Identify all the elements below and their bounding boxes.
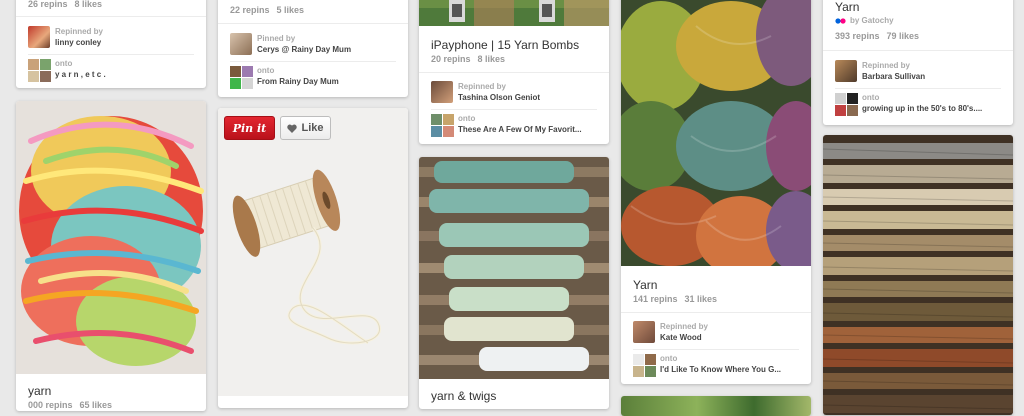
pinner-name[interactable]: Kate Wood [660, 333, 702, 342]
repinned-by-label: Repinned by [458, 82, 507, 91]
board-name[interactable]: I'd Like To Know Where You G... [660, 365, 781, 374]
pin-title[interactable]: Yarn [835, 0, 859, 14]
repinned-by-label: Repinned by [862, 61, 911, 70]
flickr-dots-icon [835, 17, 846, 24]
pin-image[interactable] [621, 0, 811, 276]
pin-image[interactable] [218, 108, 408, 396]
onto-label: onto [55, 59, 73, 68]
pin-image[interactable] [419, 0, 609, 26]
pinned-by-label: Pinned by [257, 34, 296, 43]
via-source[interactable]: by Gatochy [850, 16, 894, 25]
pin-card-spool[interactable]: Pin it Like [218, 108, 408, 408]
pin-stats: 20 repins 8 likes [431, 54, 506, 64]
repinned-by-label: Repinned by [660, 322, 709, 331]
pin-it-button[interactable]: Pin it [224, 116, 275, 140]
avatar[interactable] [835, 60, 857, 82]
repinned-by-label: Repinned by [55, 27, 104, 36]
pinner-name[interactable]: Barbara Sullivan [862, 72, 925, 81]
board-name[interactable]: y a r n , e t c . [55, 70, 106, 79]
pin-stats: 393 repins 79 likes [835, 31, 920, 41]
pinner-name[interactable]: Tashina Olson Geniot [458, 93, 540, 102]
avatar[interactable] [431, 81, 453, 103]
pin-card-linny[interactable]: 26 repins 8 likes Repinned by linny conle… [16, 0, 206, 88]
board-name[interactable]: From Rainy Day Mum [257, 77, 339, 86]
pin-image[interactable] [621, 396, 811, 416]
board-name[interactable]: These Are A Few Of My Favorit... [458, 125, 582, 134]
pin-card-spools[interactable] [823, 135, 1013, 415]
pinner-name[interactable]: linny conley [55, 38, 101, 47]
pin-image[interactable] [16, 101, 206, 374]
like-button[interactable]: Like [280, 116, 331, 140]
pin-stats: 000 repins 65 likes [28, 400, 113, 410]
pin-card-cerys[interactable]: 22 repins 5 likes Pinned by Cerys @ Rainy… [218, 0, 408, 97]
avatar[interactable] [28, 26, 50, 48]
board-thumbnail[interactable] [431, 114, 454, 137]
board-thumbnail[interactable] [835, 93, 858, 116]
pin-card-yarn[interactable]: yarn 000 repins 65 likes [16, 101, 206, 411]
onto-label: onto [660, 354, 678, 363]
pin-card-gatochy[interactable]: Yarn by Gatochy 393 repins 79 likes Repin… [823, 0, 1013, 125]
onto-label: onto [257, 66, 275, 75]
pin-card-yarn-twigs[interactable]: yarn & twigs [419, 157, 609, 409]
pin-title[interactable]: yarn & twigs [431, 389, 496, 403]
heart-icon [287, 124, 298, 133]
avatar[interactable] [230, 33, 252, 55]
pin-image[interactable] [419, 157, 609, 379]
pin-title[interactable]: iPayphone | 15 Yarn Bombs [431, 38, 579, 52]
pin-card-yarn-skeins[interactable]: Yarn 141 repins 31 likes Repinned by Kate… [621, 0, 811, 384]
pinner-name[interactable]: Cerys @ Rainy Day Mum [257, 45, 351, 54]
pin-stats: 26 repins 8 likes [28, 0, 103, 9]
board-thumbnail[interactable] [230, 66, 253, 89]
avatar[interactable] [633, 321, 655, 343]
pin-stats: 141 repins 31 likes [633, 294, 718, 304]
pin-title[interactable]: yarn [28, 384, 51, 398]
pin-stats: 22 repins 5 likes [230, 5, 305, 15]
board-name[interactable]: growing up in the 50's to 80's.... [862, 104, 982, 113]
pin-card-partial[interactable] [621, 396, 811, 416]
like-label: Like [301, 122, 324, 134]
board-thumbnail[interactable] [633, 354, 656, 377]
pin-card-ipayphone[interactable]: iPayphone | 15 Yarn Bombs 20 repins 8 lik… [419, 0, 609, 144]
board-thumbnail[interactable] [28, 59, 51, 82]
onto-label: onto [458, 114, 476, 123]
onto-label: onto [862, 93, 880, 102]
pin-title[interactable]: Yarn [633, 278, 657, 292]
pin-image[interactable] [823, 135, 1013, 415]
